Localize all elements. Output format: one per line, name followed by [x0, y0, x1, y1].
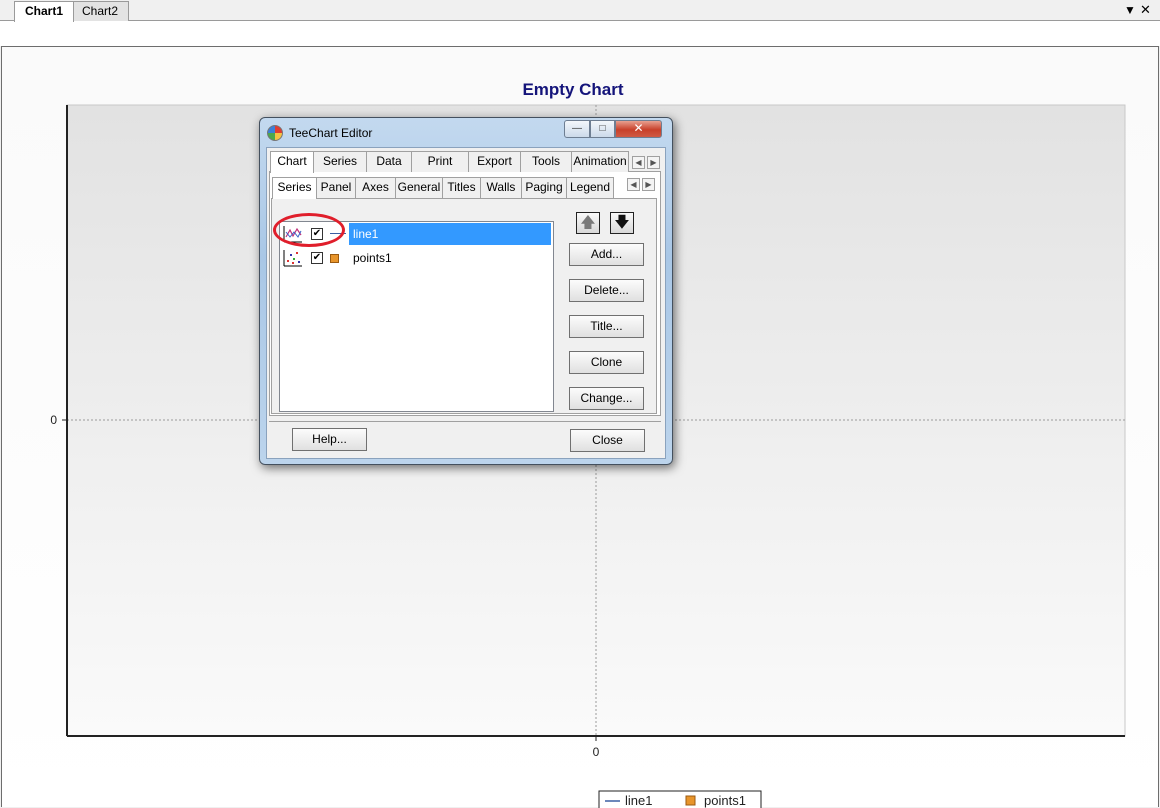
legend-point-symbol [685, 795, 696, 806]
subtab-series[interactable]: Series [272, 177, 317, 199]
delete-series-button[interactable]: Delete... [569, 279, 644, 302]
y-tick-label: 0 [50, 413, 57, 427]
close-window-button[interactable]: ✕ [615, 120, 662, 138]
close-tab-icon[interactable]: ✕ [1140, 2, 1151, 18]
move-down-arrow-icon[interactable]: 🡇 [610, 212, 634, 234]
points-gallery-icon[interactable] [283, 249, 303, 267]
legend-item-line1: line1 [625, 793, 652, 808]
series-row-line1[interactable]: ✔ line1 [273, 213, 553, 247]
tab-animation[interactable]: Animation [571, 151, 629, 172]
subtab-scroll-right-icon[interactable]: ▶ [642, 178, 655, 191]
clone-series-button[interactable]: Clone [569, 351, 644, 374]
subtab-walls[interactable]: Walls [480, 177, 522, 198]
sub-tab-row: Series Panel Axes General Titles Walls P… [272, 177, 614, 199]
x-tick-label: 0 [593, 745, 600, 759]
minimize-button[interactable]: — [564, 120, 590, 138]
line-gallery-icon[interactable] [283, 225, 303, 243]
close-button[interactable]: Close [570, 429, 645, 452]
maximize-button[interactable]: □ [590, 120, 615, 138]
tab-scroll-right-icon[interactable]: ▶ [647, 156, 660, 169]
help-button[interactable]: Help... [292, 428, 367, 451]
main-tab-row: Chart Series Data Print Export Tools Ani… [270, 151, 629, 173]
series-list[interactable]: ✔ line1 ✔ points1 [273, 213, 554, 412]
add-series-button[interactable]: Add... [569, 243, 644, 266]
selection-highlight [349, 223, 551, 245]
tab-list-dropdown-icon[interactable]: ▼ [1124, 2, 1136, 18]
series-name-label: points1 [353, 251, 392, 265]
move-up-arrow-icon[interactable]: 🡅 [576, 212, 600, 234]
tab-print[interactable]: Print [411, 151, 469, 172]
series-name-label: line1 [353, 227, 379, 241]
tab-chart2[interactable]: Chart2 [71, 1, 130, 21]
change-series-button[interactable]: Change... [569, 387, 644, 410]
teechart-editor-dialog: TeeChart Editor — □ ✕ Chart Series Data … [259, 117, 673, 465]
subtab-axes[interactable]: Axes [355, 177, 396, 198]
document-tab-strip: Chart1 Chart2 ▼ ✕ [0, 0, 1160, 22]
title-series-button[interactable]: Title... [569, 315, 644, 338]
tab-export[interactable]: Export [468, 151, 521, 172]
series-visible-checkbox[interactable]: ✔ [311, 252, 323, 264]
subtab-legend[interactable]: Legend [566, 177, 614, 198]
dialog-title: TeeChart Editor [289, 126, 373, 140]
dialog-client-area: Chart Series Data Print Export Tools Ani… [266, 147, 666, 459]
series-visible-checkbox[interactable]: ✔ [311, 228, 323, 240]
tab-tools[interactable]: Tools [520, 151, 572, 172]
point-symbol [330, 254, 339, 263]
tab-scroll-left-icon[interactable]: ◀ [632, 156, 645, 169]
tab-chart1[interactable]: Chart1 [14, 1, 75, 22]
teechart-app-icon [267, 125, 283, 141]
chart-legend[interactable]: line1 points1 [598, 790, 762, 808]
toolbar-band [0, 21, 1160, 46]
subtab-panel[interactable]: Panel [316, 177, 356, 198]
tab-chart[interactable]: Chart [270, 151, 314, 173]
chart-title: Empty Chart [522, 80, 623, 99]
tab-data[interactable]: Data [366, 151, 412, 172]
subtab-scroll-left-icon[interactable]: ◀ [627, 178, 640, 191]
subtab-paging[interactable]: Paging [521, 177, 567, 198]
legend-item-points1: points1 [704, 793, 746, 808]
subtab-general[interactable]: General [395, 177, 443, 198]
series-row-points1[interactable]: ✔ points1 [280, 246, 553, 270]
footer-divider [269, 421, 661, 422]
line-symbol [330, 233, 346, 234]
subtab-titles[interactable]: Titles [442, 177, 481, 198]
tab-series[interactable]: Series [313, 151, 367, 172]
